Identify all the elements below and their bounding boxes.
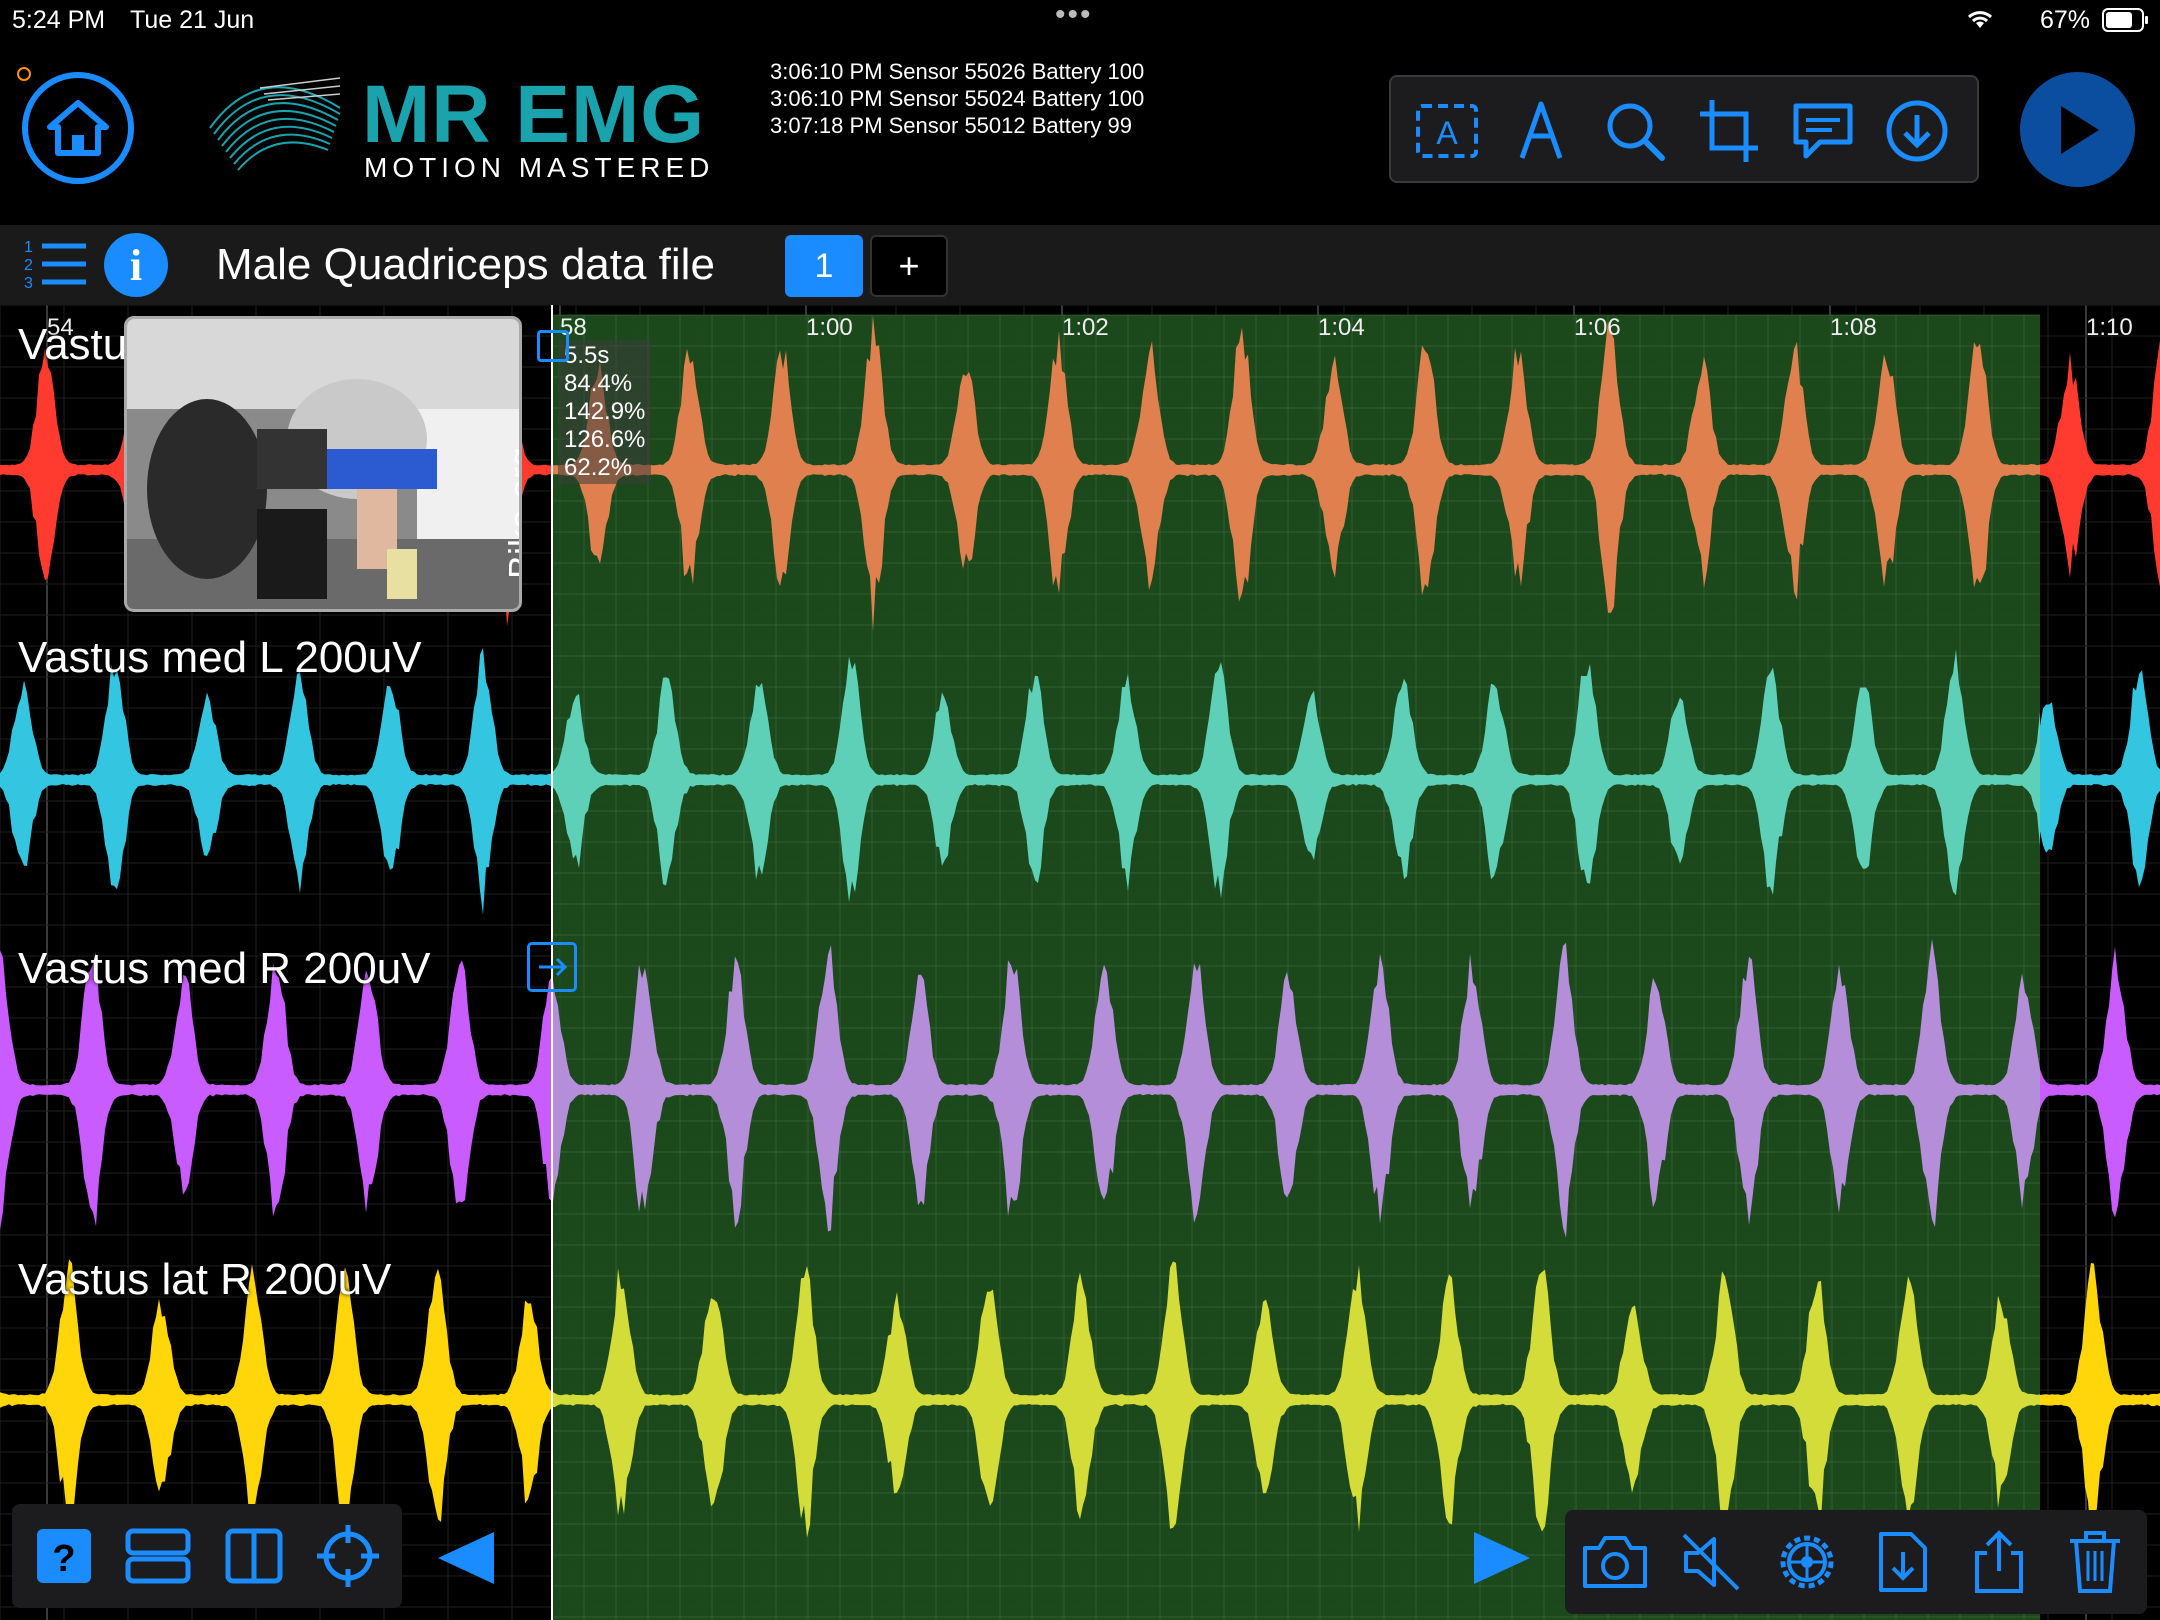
previous-button[interactable] [436,1528,496,1593]
add-page-button[interactable]: + [870,235,948,297]
delete-button[interactable] [2059,1526,2131,1598]
selection-start-handle[interactable] [537,330,569,362]
info-icon: i [129,240,143,290]
battery-percent: 67% [2040,6,2091,34]
time-tick-label: 1:10 [2086,314,2133,341]
svg-text:2: 2 [24,257,33,274]
share-button[interactable] [1963,1526,2035,1598]
split-layout-button[interactable] [218,1520,290,1592]
analysis-toolbar: A [1389,75,1979,183]
crop-icon [1700,100,1758,162]
mute-icon [1682,1533,1740,1591]
pen-button[interactable] [1505,95,1577,167]
left-triangle-icon [438,1532,494,1584]
mute-button[interactable] [1675,1526,1747,1598]
download-icon [1886,100,1948,162]
camera-icon [1583,1536,1647,1588]
target-icon [317,1525,379,1587]
info-button[interactable]: i [104,233,168,297]
move-arrow-icon [539,957,568,977]
sensor-status-line: 3:06:10 PM Sensor 55024 Battery 100 [770,86,1145,111]
selection-duration: 5.5s [564,342,610,369]
numbered-list-icon: 1 2 3 [24,239,86,292]
time-tick-label: 1:08 [1830,314,1877,341]
numbered-list-button[interactable]: 1 2 3 [22,236,90,297]
sensor-status-list: 3:06:10 PM Sensor 55026 Battery 100 3:06… [770,58,1144,139]
sensor-status-line: 3:07:18 PM Sensor 55012 Battery 99 [770,113,1133,138]
search-icon [1607,103,1665,161]
logo-mark-icon [209,77,341,171]
svg-text:A: A [1436,115,1458,151]
annotate-icon: A [1416,104,1478,158]
selection-stat: 84.4% [564,370,633,397]
video-thumbnail[interactable]: Bike erg [124,316,522,612]
play-button[interactable] [2020,72,2135,187]
zoom-button[interactable] [1599,95,1671,167]
video-frame [127,319,519,609]
next-button[interactable] [1472,1528,1532,1593]
annotate-button[interactable]: A [1411,95,1483,167]
status-bar: 5:24 PM Tue 21 Jun ••• 67% [0,0,2160,40]
logo-subtitle: MOTION MASTERED [364,152,715,183]
svg-text:?: ? [52,1538,75,1580]
multitask-dots-icon[interactable]: ••• [1055,0,1093,32]
channel-label-4[interactable]: Vastus lat R 200uV [18,1255,391,1305]
selection-stats: 5.5s 84.4% 142.9% 126.6% 62.2% [558,340,652,484]
file-title[interactable]: Male Quadriceps data file [216,240,715,290]
status-time: 5:24 PM [12,6,106,34]
home-button[interactable] [22,72,134,184]
wifi-icon [1967,11,1993,28]
settings-icon [1780,1535,1834,1589]
help-button[interactable]: ? [28,1520,100,1592]
import-file-button[interactable] [1867,1526,1939,1598]
comment-button[interactable] [1787,95,1859,167]
status-date: Tue 21 Jun [130,6,255,34]
share-icon [1975,1530,2023,1593]
right-triangle-icon [1474,1532,1530,1584]
pen-icon [1519,101,1563,159]
channel-label-3[interactable]: Vastus med R 200uV [18,944,431,994]
crop-button[interactable] [1693,95,1765,167]
page-tab-1[interactable]: 1 [785,235,863,297]
bottom-left-toolbar: ? [12,1504,402,1608]
selection-stat: 142.9% [564,398,646,425]
channel-label-2[interactable]: Vastus med L 200uV [18,633,422,683]
play-icon [2060,105,2099,154]
home-icon [47,100,109,156]
battery-icon [2102,8,2148,32]
camera-button[interactable] [1579,1526,1651,1598]
time-tick-label: 1:02 [1062,314,1109,341]
selection-stat: 62.2% [564,454,633,481]
stacked-layout-icon [125,1528,191,1584]
trash-icon [2070,1531,2120,1593]
selection-stat: 126.6% [564,426,646,453]
svg-text:1: 1 [24,239,33,256]
selection-move-handle[interactable] [527,942,577,992]
video-caption: Bike erg [501,446,522,579]
split-layout-icon [225,1528,283,1584]
comment-icon [1793,103,1853,159]
help-icon: ? [37,1529,91,1583]
recording-dot-icon [17,67,31,81]
svg-text:3: 3 [24,275,33,292]
target-button[interactable] [312,1520,384,1592]
import-file-icon [1879,1532,1927,1592]
sensor-status-line: 3:06:10 PM Sensor 55026 Battery 100 [770,59,1145,84]
bottom-right-toolbar [1565,1510,2147,1614]
logo-title: MR EMG [362,69,706,160]
time-tick-label: 1:04 [1318,314,1365,341]
stacked-layout-button[interactable] [122,1520,194,1592]
time-tick-label: 1:06 [1574,314,1621,341]
download-button[interactable] [1881,95,1953,167]
settings-button[interactable] [1771,1526,1843,1598]
time-tick-label: 1:00 [806,314,853,341]
